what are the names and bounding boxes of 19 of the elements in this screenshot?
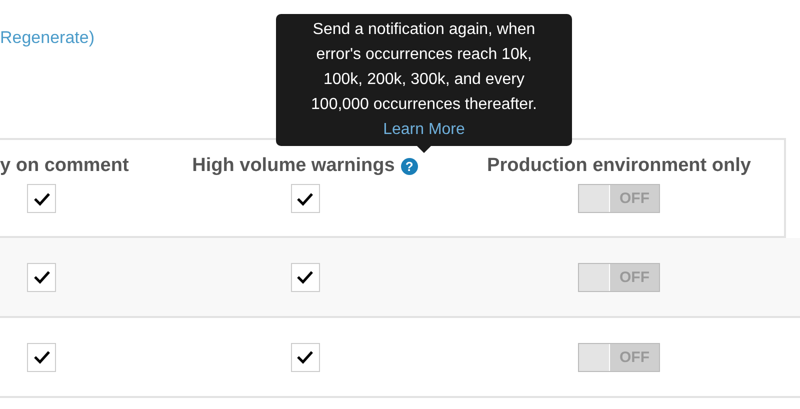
column-header: y on comment [0, 155, 129, 177]
column-header: High volume warnings [192, 155, 395, 177]
checkmark-icon [296, 192, 314, 206]
tooltip-text: Send a notification again, when error's occurrences reach 10k, 100k, 200k, 300k, and every 100,000 occurrences thereafter. [310, 20, 538, 115]
checkbox[interactable] [27, 342, 56, 372]
checkbox[interactable] [27, 184, 56, 213]
checkmark-icon [32, 192, 50, 206]
checkmark-icon [32, 350, 50, 364]
checkmark-icon [296, 350, 314, 364]
regenerate-link[interactable]: Regenerate) [0, 28, 95, 48]
checkbox[interactable] [27, 262, 56, 292]
learn-more-link[interactable]: Learn More [383, 121, 465, 138]
checkmark-icon [296, 270, 314, 284]
checkbox[interactable] [290, 262, 320, 292]
checkbox[interactable] [290, 184, 320, 213]
column-header: Production environment only [487, 155, 751, 177]
checkbox[interactable] [290, 342, 320, 372]
checkmark-icon [32, 270, 50, 284]
help-icon[interactable]: ? [400, 158, 418, 174]
